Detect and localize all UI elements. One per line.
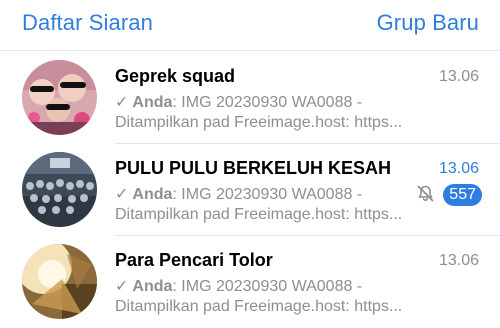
chat-name: Geprek squad <box>115 66 236 86</box>
preview-line-2: Ditampilkan pad Freeimage.host: https... <box>115 298 403 315</box>
preview-sender: Anda <box>132 94 173 111</box>
chat-time: 13.06 <box>438 160 479 177</box>
top-bar: Daftar Siaran Grup Baru <box>0 0 500 50</box>
chat-time: 13.06 <box>438 68 479 85</box>
chat-name: Para Pencari Tolor <box>115 250 273 270</box>
chat-row-para-pencari-tolor[interactable]: Para Pencari Tolor 13.06 ✓ Anda: IMG 2023… <box>0 236 500 328</box>
single-check-icon: ✓ <box>115 278 129 295</box>
chat-row-geprek-squad[interactable]: Geprek squad 13.06 ✓ Anda: IMG 20230930 W… <box>0 52 500 144</box>
bell-muted-icon <box>416 184 435 203</box>
group-avatar[interactable] <box>22 60 97 135</box>
preview-sender: Anda <box>132 186 173 203</box>
preview-text-1: : IMG 20230930 WA0088 - <box>172 278 363 295</box>
preview-line-2: Ditampilkan pad Freeimage.host: https... <box>115 114 403 131</box>
preview-text-1: : IMG 20230930 WA0088 - <box>172 94 363 111</box>
chat-row-pulu-pulu[interactable]: PULU PULU BERKELUH KESAH 13.06 ✓ Anda: IM… <box>0 144 500 236</box>
single-check-icon: ✓ <box>115 186 129 203</box>
preview-line-1: ✓ Anda: IMG 20230930 WA0088 - <box>115 185 415 205</box>
broadcast-list-button[interactable]: Daftar Siaran <box>22 10 153 36</box>
group-avatar[interactable] <box>22 152 97 227</box>
preview-line-1: ✓ Anda: IMG 20230930 WA0088 - <box>115 93 415 113</box>
chat-preview: ✓ Anda: IMG 20230930 WA0088 - Ditampilkan… <box>115 277 415 317</box>
chat-preview: ✓ Anda: IMG 20230930 WA0088 - Ditampilkan… <box>115 93 415 133</box>
chat-name: PULU PULU BERKELUH KESAH <box>115 158 392 178</box>
chat-preview: ✓ Anda: IMG 20230930 WA0088 - Ditampilkan… <box>115 185 415 225</box>
preview-text-1: : IMG 20230930 WA0088 - <box>172 186 363 203</box>
preview-line-1: ✓ Anda: IMG 20230930 WA0088 - <box>115 277 415 297</box>
unread-count-badge: 557 <box>443 184 482 206</box>
single-check-icon: ✓ <box>115 94 129 111</box>
preview-line-2: Ditampilkan pad Freeimage.host: https... <box>115 206 403 223</box>
group-avatar[interactable] <box>22 244 97 319</box>
header-divider <box>0 50 500 51</box>
chat-time: 13.06 <box>438 252 479 269</box>
preview-sender: Anda <box>132 278 173 295</box>
new-group-button[interactable]: Grup Baru <box>377 10 479 36</box>
